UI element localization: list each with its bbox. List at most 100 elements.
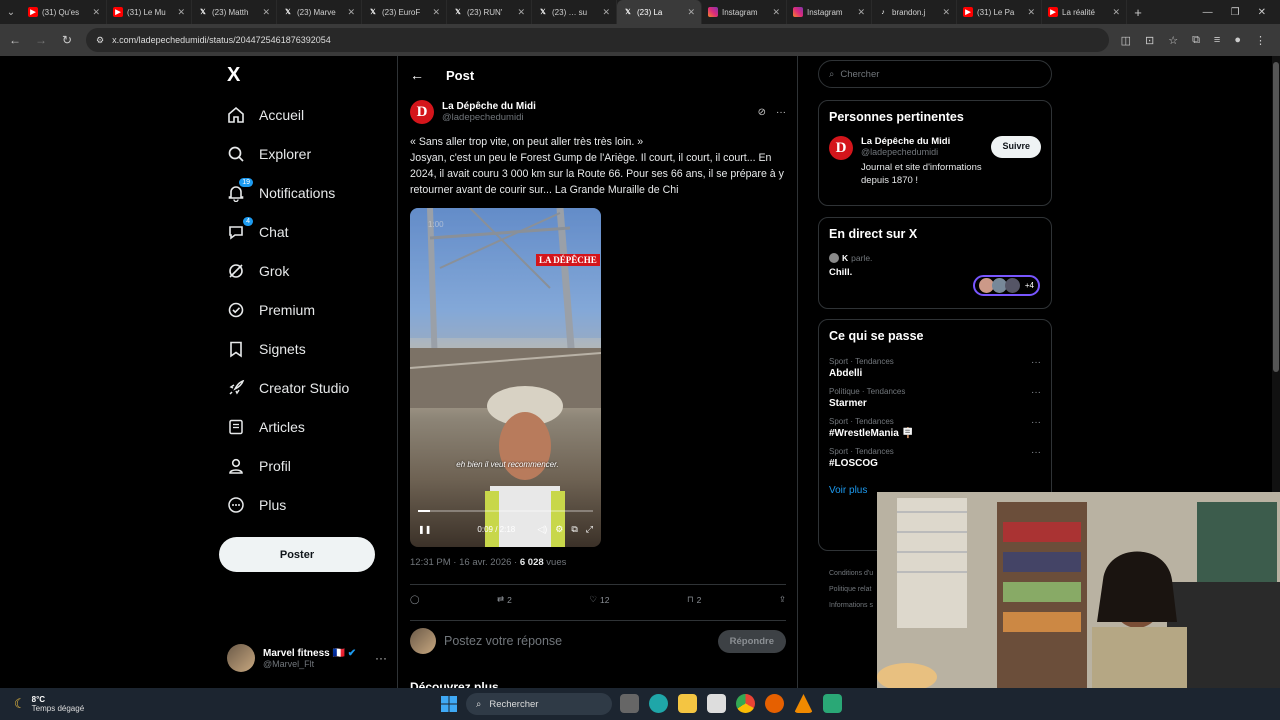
nav-item-home[interactable]: Accueil — [227, 106, 304, 124]
like-action[interactable]: ♡ 12 — [589, 594, 609, 605]
scroll-thumb[interactable] — [1273, 62, 1279, 372]
url-field[interactable]: ⚙ x.com/ladepechedumidi/status/204472546… — [86, 28, 1109, 52]
nav-item-creator-studio[interactable]: Creator Studio — [227, 379, 349, 397]
browser-tab[interactable]: 𝕏 (23) Matth ✕ — [192, 0, 277, 24]
author-avatar[interactable]: D — [829, 136, 853, 160]
browser-tab[interactable]: 𝕏 (23) RUN' ✕ — [447, 0, 532, 24]
more-icon[interactable]: ··· — [375, 651, 387, 665]
bookmark-action[interactable]: ⊓ 2 — [687, 594, 701, 605]
trend-item[interactable]: Sport · Tendances #WrestleMania 🪧 ··· — [829, 417, 1041, 439]
back-arrow-icon[interactable]: ← — [410, 67, 424, 83]
footer-link[interactable]: Politique relat — [829, 582, 873, 598]
reply-button[interactable]: Répondre — [717, 629, 786, 653]
star-icon[interactable]: ☆ — [1168, 34, 1178, 47]
nav-item-more[interactable]: Plus — [227, 496, 286, 514]
weather-widget[interactable]: ☾ 8°C Temps dégagé — [0, 695, 84, 713]
new-tab-button[interactable]: + — [1127, 5, 1149, 20]
author-avatar[interactable]: D — [410, 100, 434, 124]
site-info-icon[interactable]: ⚙ — [96, 35, 104, 46]
close-tab-icon[interactable]: ✕ — [262, 7, 270, 18]
account-switcher[interactable]: Marvel fitness 🇫🇷 ✔ @Marvel_Flt ··· — [227, 644, 387, 672]
post-button[interactable]: Poster — [219, 537, 375, 572]
nav-item-premium[interactable]: Premium — [227, 301, 315, 319]
trend-item[interactable]: Sport · Tendances Abdelli ··· — [829, 357, 1041, 379]
retweet-action[interactable]: ⇄ 2 — [497, 594, 512, 605]
forward-icon[interactable]: → — [34, 33, 48, 47]
browser-menu-icon[interactable]: ⋮ — [1255, 34, 1266, 47]
close-window-icon[interactable]: ✕ — [1258, 7, 1266, 18]
video-player[interactable]: 1:00 LA DÉPÊCHE eh bien il veut recommen… — [410, 208, 601, 547]
author-handle[interactable]: @ladepechedumidi — [442, 112, 536, 123]
person-name[interactable]: La Dépêche du Midi — [861, 136, 983, 147]
close-tab-icon[interactable]: ✕ — [602, 7, 610, 18]
install-icon[interactable]: ⊡ — [1145, 34, 1154, 47]
nav-item-notifications[interactable]: 19 Notifications — [227, 178, 335, 202]
browser-tab[interactable]: ♪ brandon.j ✕ — [872, 0, 957, 24]
media-icon[interactable]: ≡ — [1214, 34, 1220, 47]
pip-icon[interactable]: ⧉ — [571, 524, 577, 535]
pause-icon[interactable]: ❚❚ — [418, 525, 431, 534]
browser-tab[interactable]: Instagram ✕ — [787, 0, 872, 24]
settings-icon[interactable]: ⚙ — [555, 524, 563, 535]
store-icon[interactable] — [707, 694, 726, 713]
nav-item-chat[interactable]: 4 Chat — [227, 217, 289, 241]
close-tab-icon[interactable]: ✕ — [687, 7, 695, 18]
cast-icon[interactable]: ◫ — [1121, 34, 1131, 47]
profile-icon[interactable]: ● — [1234, 34, 1241, 47]
file-explorer-icon[interactable] — [678, 694, 697, 713]
task-view-icon[interactable] — [620, 694, 639, 713]
follow-button[interactable]: Suivre — [991, 136, 1041, 158]
volume-icon[interactable]: ◁) — [537, 524, 547, 535]
nav-item-articles[interactable]: Articles — [227, 418, 305, 436]
windows-start-icon[interactable] — [441, 696, 457, 712]
close-tab-icon[interactable]: ✕ — [92, 7, 100, 18]
close-tab-icon[interactable]: ✕ — [432, 7, 440, 18]
video-progress-bar[interactable] — [418, 510, 593, 512]
close-tab-icon[interactable]: ✕ — [772, 7, 780, 18]
share-action[interactable]: ⇪ — [779, 594, 786, 605]
browser-tab[interactable]: Instagram ✕ — [702, 0, 787, 24]
reload-icon[interactable]: ↻ — [60, 33, 74, 47]
taskbar-search[interactable]: ⌕ Rechercher — [466, 693, 612, 715]
browser-tab[interactable]: ▶ (31) Le Pa ✕ — [957, 0, 1042, 24]
close-tab-icon[interactable]: ✕ — [942, 7, 950, 18]
trend-more-icon[interactable]: ··· — [1031, 357, 1041, 368]
extensions-icon[interactable]: ⧉ — [1192, 34, 1200, 47]
trend-more-icon[interactable]: ··· — [1031, 387, 1041, 398]
back-icon[interactable]: ← — [8, 33, 22, 47]
close-tab-icon[interactable]: ✕ — [347, 7, 355, 18]
reply-input[interactable]: Postez votre réponse — [444, 634, 710, 648]
browser-tab[interactable]: 𝕏 (23) La ✕ — [617, 0, 702, 24]
tab-search-button[interactable]: ⌄ — [0, 0, 22, 24]
trend-more-icon[interactable]: ··· — [1031, 447, 1041, 458]
vlc-icon[interactable] — [794, 694, 813, 713]
close-tab-icon[interactable]: ✕ — [857, 7, 865, 18]
close-tab-icon[interactable]: ✕ — [1027, 7, 1035, 18]
fullscreen-icon[interactable]: ⤢ — [586, 524, 593, 535]
close-tab-icon[interactable]: ✕ — [517, 7, 525, 18]
close-tab-icon[interactable]: ✕ — [1112, 7, 1120, 18]
x-logo[interactable]: X — [227, 64, 240, 87]
chrome-icon[interactable] — [736, 694, 755, 713]
browser-tab[interactable]: ▶ La réalité ✕ — [1042, 0, 1127, 24]
browser-tab[interactable]: ▶ (31) Qu'es ✕ — [22, 0, 107, 24]
search-input[interactable]: ⌕ Chercher — [818, 60, 1052, 88]
close-tab-icon[interactable]: ✕ — [177, 7, 185, 18]
author-name[interactable]: La Dépêche du Midi — [442, 101, 536, 112]
app-icon[interactable] — [823, 694, 842, 713]
nav-item-grok[interactable]: Grok — [227, 262, 289, 280]
trend-item[interactable]: Sport · Tendances #LOSCOG ··· — [829, 447, 1041, 469]
trend-more-icon[interactable]: ··· — [1031, 417, 1041, 428]
restore-icon[interactable]: ❐ — [1231, 7, 1240, 18]
browser-tab[interactable]: 𝕏 (23) … su ✕ — [532, 0, 617, 24]
grok-explain-icon[interactable]: ⊘ — [758, 107, 766, 118]
browser-tab[interactable]: 𝕏 (23) EuroF ✕ — [362, 0, 447, 24]
trend-item[interactable]: Politique · Tendances Starmer ··· — [829, 387, 1041, 409]
nav-item-explore[interactable]: Explorer — [227, 145, 311, 163]
footer-link[interactable]: Informations s — [829, 598, 873, 614]
browser-tab[interactable]: 𝕏 (23) Marve ✕ — [277, 0, 362, 24]
browser-tab[interactable]: ▶ (31) Le Mu ✕ — [107, 0, 192, 24]
listener-avatars[interactable]: +4 — [972, 275, 1040, 296]
reply-action[interactable]: ◯ — [410, 594, 420, 605]
nav-item-profile[interactable]: Profil — [227, 457, 291, 475]
